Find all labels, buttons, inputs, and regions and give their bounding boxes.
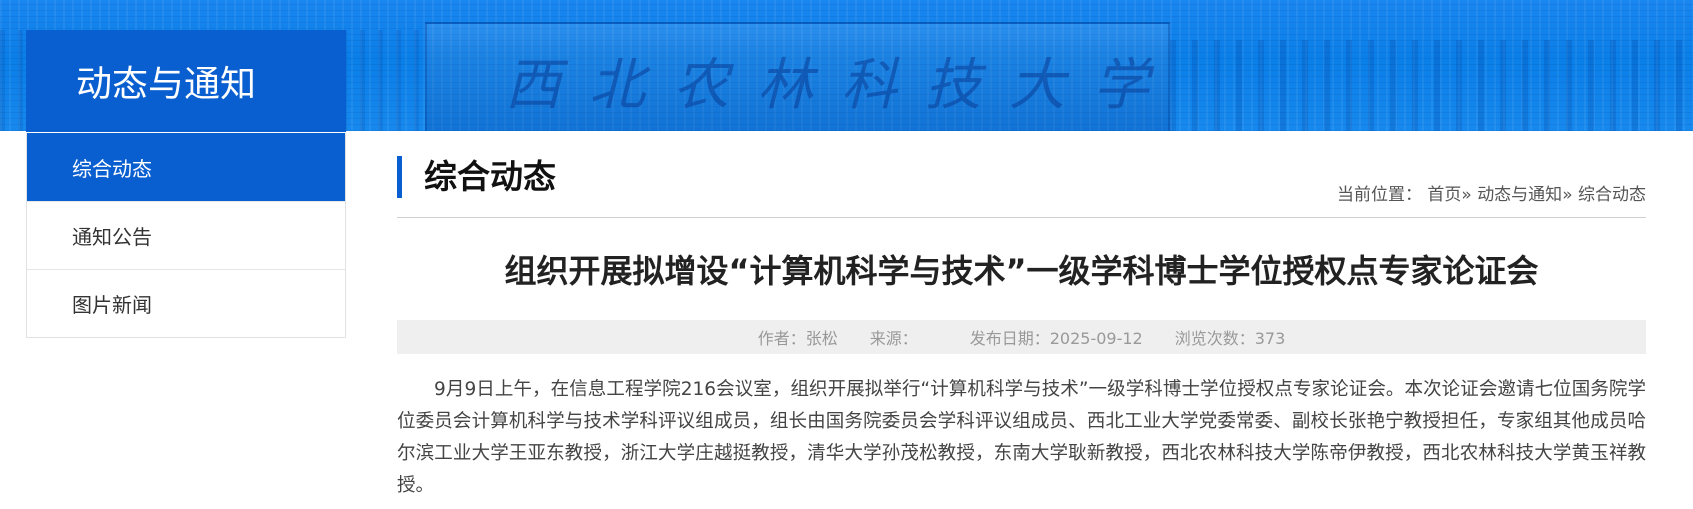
article-body: 9月9日上午，在信息工程学院216会议室，组织开展拟举行“计算机科学与技术”一级… xyxy=(397,379,1646,496)
meta-date-label: 发布日期： xyxy=(969,329,1050,348)
breadcrumb-separator: » xyxy=(1461,185,1472,205)
page-title: 综合动态 xyxy=(424,157,556,196)
sidebar-nav: 综合动态 通知公告 图片新闻 xyxy=(26,133,346,338)
breadcrumb-general-news-link[interactable]: 综合动态 xyxy=(1578,185,1646,205)
sidebar-item-label: 图片新闻 xyxy=(72,293,152,317)
meta-views: 浏览次数：373 xyxy=(1175,325,1286,349)
banner-university-calligraphy: 西北农林科技大学 xyxy=(505,53,1177,118)
breadcrumb-news-notice-link[interactable]: 动态与通知 xyxy=(1477,185,1562,205)
meta-author: 作者：张松 xyxy=(758,325,838,349)
meta-views-label: 浏览次数： xyxy=(1174,329,1255,348)
meta-views-value: 373 xyxy=(1254,329,1286,348)
content-header: 综合动态 当前位置： 首页» 动态与通知» 综合动态 xyxy=(397,156,1646,218)
sidebar-item-announcements[interactable]: 通知公告 xyxy=(27,201,345,269)
meta-source: 来源： xyxy=(870,325,938,349)
breadcrumb-separator: » xyxy=(1562,185,1573,205)
meta-author-label: 作者： xyxy=(757,329,806,348)
sidebar-item-photo-news[interactable]: 图片新闻 xyxy=(27,269,345,337)
heading-accent-bar xyxy=(397,156,402,198)
breadcrumb: 当前位置： 首页» 动态与通知» 综合动态 xyxy=(1337,180,1646,205)
sidebar-item-general-news[interactable]: 综合动态 xyxy=(27,133,345,201)
meta-author-value: 张松 xyxy=(805,329,838,348)
article-title: 组织开展拟增设“计算机科学与技术”一级学科博士学位授权点专家论证会 xyxy=(504,252,1539,290)
breadcrumb-home-link[interactable]: 首页 xyxy=(1427,185,1461,205)
breadcrumb-prefix: 当前位置： xyxy=(1336,185,1422,205)
section-title: 动态与通知 xyxy=(76,64,257,105)
meta-date-value: 2025-09-12 xyxy=(1049,329,1143,348)
sidebar-item-label: 综合动态 xyxy=(72,156,152,181)
banner-building-right xyxy=(1170,40,1693,131)
meta-date: 发布日期：2025-09-12 xyxy=(970,325,1143,349)
section-title-box: 动态与通知 xyxy=(26,30,346,132)
meta-source-label: 来源： xyxy=(869,329,918,348)
article-meta: 作者：张松 来源： 发布日期：2025-09-12 浏览次数：373 xyxy=(397,320,1646,354)
sidebar-item-label: 通知公告 xyxy=(72,225,152,249)
